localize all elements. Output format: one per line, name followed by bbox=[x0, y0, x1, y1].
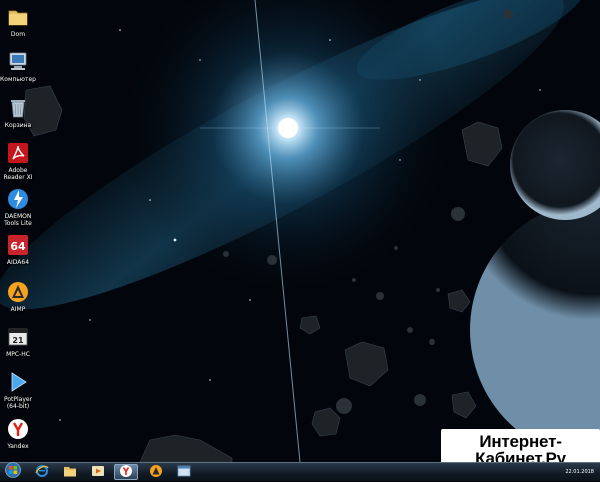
desktop-icon-aimp[interactable]: AIMP bbox=[0, 280, 36, 313]
taskbar-explorer-button[interactable] bbox=[58, 464, 82, 480]
daemon-tools-icon bbox=[6, 187, 30, 211]
adobe-reader-icon bbox=[6, 141, 30, 165]
desktop-icon-label: PotPlayer (64-bit) bbox=[3, 396, 33, 410]
desktop-icon-label: Корзина bbox=[4, 122, 32, 129]
computer-icon bbox=[6, 50, 30, 74]
desktop-icon-daemon-tools[interactable]: DAEMON Tools Lite bbox=[0, 187, 36, 227]
taskbar-aimp-button[interactable] bbox=[144, 464, 168, 480]
taskbar-window-button[interactable] bbox=[172, 464, 196, 480]
aimp-taskbar-icon bbox=[149, 463, 163, 482]
desktop-icon-yandex[interactable]: Yandex bbox=[0, 417, 36, 450]
svg-text:64: 64 bbox=[10, 240, 26, 253]
yandex-icon bbox=[6, 417, 30, 441]
yandex-browser-icon bbox=[119, 463, 133, 482]
internet-explorer-icon bbox=[35, 463, 49, 482]
desktop-icon-adobe-reader[interactable]: Adobe Reader XI bbox=[0, 141, 36, 181]
desktop-icon-label: DAEMON Tools Lite bbox=[4, 213, 32, 227]
watermark-logo: Интернет- Кабинет.Ру bbox=[441, 429, 600, 462]
desktop-icon-label: Yandex bbox=[7, 443, 29, 450]
potplayer-icon bbox=[6, 370, 30, 394]
desktop-icon-label: Dom bbox=[10, 31, 26, 38]
aida64-icon: 64 bbox=[6, 233, 30, 257]
taskbar-ie-button[interactable] bbox=[30, 464, 54, 480]
desktop-icon-label: Adobe Reader XI bbox=[3, 167, 33, 181]
start-orb-icon bbox=[5, 462, 21, 482]
window-icon bbox=[177, 463, 191, 482]
desktop-icon-label: MPC-HC bbox=[6, 351, 30, 358]
explorer-folder-icon bbox=[63, 463, 77, 482]
desktop-icon-label: AIDA64 bbox=[6, 259, 30, 266]
svg-text:21: 21 bbox=[12, 336, 24, 345]
taskbar-yandex-button[interactable] bbox=[114, 464, 138, 480]
desktop-icon-recycle-bin[interactable]: Корзина bbox=[0, 96, 36, 129]
watermark-line2: Кабинет.Ру bbox=[475, 448, 566, 463]
desktop-icon-mpc-hc[interactable]: 21 MPC-HC bbox=[0, 325, 36, 358]
mpc-hc-icon: 21 bbox=[6, 325, 30, 349]
recycle-bin-icon bbox=[6, 96, 30, 120]
desktop-icon-computer[interactable]: Компьютер bbox=[0, 50, 36, 83]
desktop-icon-potplayer[interactable]: PotPlayer (64-bit) bbox=[0, 370, 36, 410]
start-button[interactable] bbox=[1, 462, 25, 482]
space-wallpaper bbox=[0, 0, 600, 462]
taskbar: 22.01.2018 bbox=[0, 462, 600, 481]
tray-clock[interactable]: 22.01.2018 bbox=[565, 469, 594, 475]
desktop[interactable]: Dom Компьютер Корзина Adobe Reader XI DA… bbox=[0, 0, 600, 462]
taskbar-media-player-button[interactable] bbox=[86, 464, 110, 480]
desktop-icon-aida64[interactable]: 64 AIDA64 bbox=[0, 233, 36, 266]
desktop-icon-dom[interactable]: Dom bbox=[0, 5, 36, 38]
desktop-icon-label: AIMP bbox=[10, 306, 26, 313]
folder-icon bbox=[6, 5, 30, 29]
aimp-icon bbox=[6, 280, 30, 304]
desktop-icon-label: Компьютер bbox=[0, 76, 36, 83]
watermark-line1: Интернет- bbox=[479, 431, 562, 451]
media-player-icon bbox=[91, 463, 105, 482]
